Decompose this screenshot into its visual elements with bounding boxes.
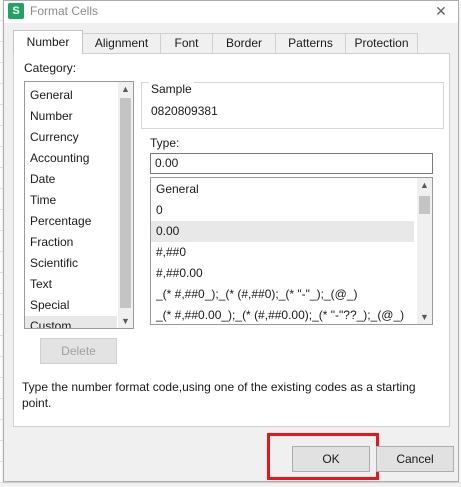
format-item[interactable]: 0 [151,200,414,221]
category-item-number[interactable]: Number [25,106,117,127]
spreadsheet-background-strip [0,482,461,487]
cancel-button[interactable]: Cancel [376,446,454,472]
format-item[interactable]: _(* #,##0.00_);_(* (#,##0.00);_(* "-"??_… [151,305,414,324]
tab-protection[interactable]: Protection [345,33,418,53]
category-item-general[interactable]: General [25,85,117,106]
scroll-up-icon[interactable]: ▲ [118,82,133,96]
close-icon[interactable]: ✕ [432,2,450,20]
category-item-fraction[interactable]: Fraction [25,232,117,253]
category-scrollbar[interactable]: ▲ ▼ [118,82,133,328]
sample-label: Sample [149,82,194,96]
category-item-special[interactable]: Special [25,295,117,316]
format-item[interactable]: General [151,179,414,200]
type-label: Type: [150,136,180,150]
category-label: Category: [24,61,77,75]
category-item-text[interactable]: Text [25,274,117,295]
category-item-scientific[interactable]: Scientific [25,253,117,274]
tab-patterns[interactable]: Patterns [275,33,346,53]
scroll-up-icon[interactable]: ▲ [417,178,432,192]
category-item-time[interactable]: Time [25,190,117,211]
tab-border[interactable]: Border [212,33,276,53]
scroll-down-icon[interactable]: ▼ [417,310,432,324]
help-text: Type the number format code,using one of… [22,380,416,410]
category-item-date[interactable]: Date [25,169,117,190]
title-bar: S Format Cells ✕ [4,1,458,23]
category-item-custom[interactable]: Custom [25,316,117,328]
tab-number[interactable]: Number [13,30,83,54]
format-code-list[interactable]: General 0 0.00 #,##0 #,##0.00 _(* #,##0_… [150,177,433,325]
category-list[interactable]: General Number Currency Accounting Date … [24,81,134,329]
tab-font[interactable]: Font [160,33,213,53]
category-item-accounting[interactable]: Accounting [25,148,117,169]
category-item-currency[interactable]: Currency [25,127,117,148]
format-item[interactable]: #,##0 [151,242,414,263]
format-item[interactable]: _(* #,##0_);_(* (#,##0);_(* "-"_);_(@_) [151,284,414,305]
app-icon: S [8,3,24,19]
tab-alignment[interactable]: Alignment [82,33,161,53]
format-item[interactable]: #,##0.00 [151,263,414,284]
format-item-selected[interactable]: 0.00 [151,221,414,242]
format-cells-dialog: S Format Cells ✕ Number Alignment Font B… [3,0,459,482]
scrollbar-thumb[interactable] [120,98,131,308]
delete-button[interactable]: Delete [40,338,117,364]
number-tab-panel: Category: General Number Currency Accoun… [13,53,450,427]
category-item-percentage[interactable]: Percentage [25,211,117,232]
format-list-scrollbar[interactable]: ▲ ▼ [417,178,432,324]
ok-button[interactable]: OK [292,446,370,472]
scroll-down-icon[interactable]: ▼ [118,314,133,328]
scrollbar-thumb[interactable] [419,196,430,214]
sample-value: 0820809381 [151,104,218,118]
dialog-title: Format Cells [30,4,99,18]
type-input[interactable]: 0.00 [150,153,433,174]
